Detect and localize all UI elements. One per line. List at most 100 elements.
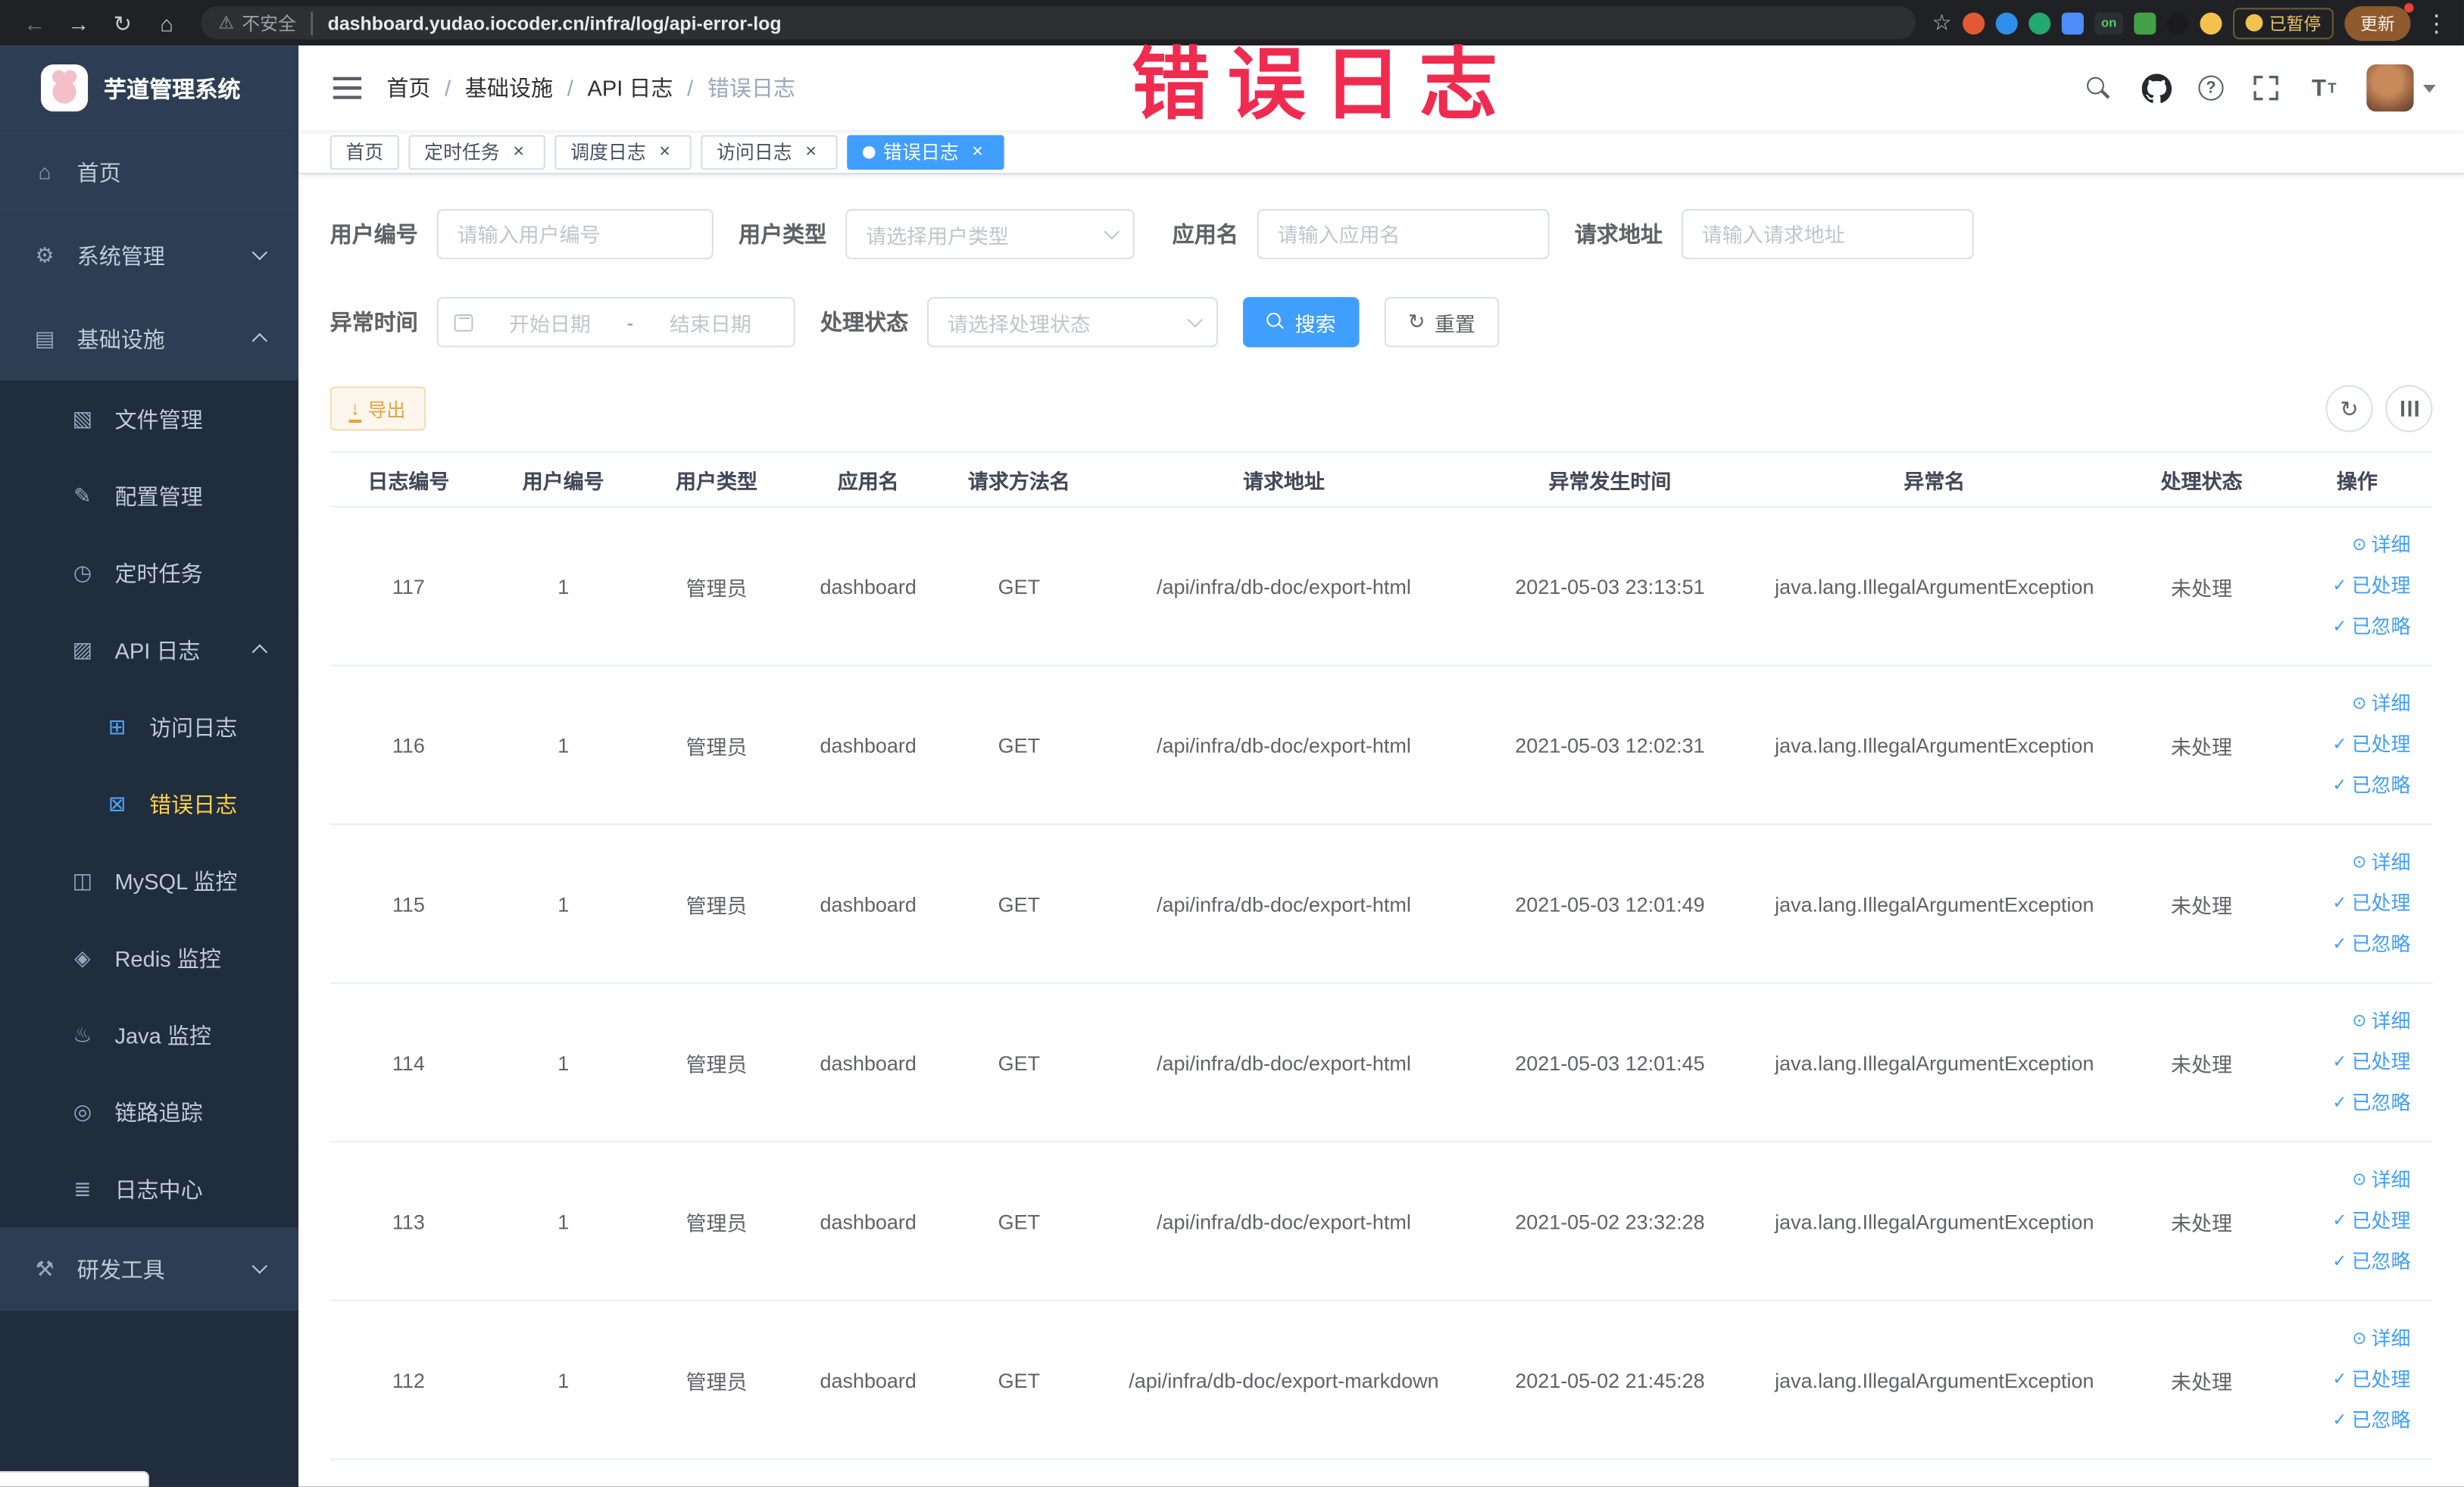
close-icon[interactable]: ×: [800, 140, 822, 163]
search-icon[interactable]: [2082, 72, 2113, 103]
sidebar-menu-item[interactable]: ⚙ 系统管理: [0, 214, 299, 298]
mark-ignored-link[interactable]: ✓ 已忽略: [2332, 1401, 2410, 1441]
help-icon[interactable]: ?: [2198, 75, 2224, 101]
browser-nav-buttons: ← → ↻ ⌂: [16, 4, 186, 42]
home-icon[interactable]: ⌂: [148, 4, 186, 42]
breadcrumb-link[interactable]: 错误日志: [707, 72, 795, 103]
mark-processed-link[interactable]: ✓ 已处理: [2332, 1360, 2410, 1400]
extension-icon[interactable]: [2166, 11, 2189, 34]
extension-on-badge[interactable]: on: [2094, 11, 2123, 34]
sidebar-menu-item[interactable]: ⌂ 首页: [0, 130, 299, 214]
user-id-input[interactable]: [436, 208, 714, 260]
mark-processed-link[interactable]: ✓ 已处理: [2332, 1201, 2410, 1241]
view-tab[interactable]: 首页: [329, 134, 399, 170]
github-icon[interactable]: [2141, 72, 2172, 103]
font-size-icon[interactable]: TT: [2309, 72, 2340, 103]
table-header-cell: 日志编号: [367, 469, 450, 493]
app-name-input[interactable]: [1257, 208, 1550, 260]
mark-ignored-link[interactable]: ✓ 已忽略: [2332, 608, 2410, 647]
extension-icon[interactable]: [1963, 11, 1985, 34]
close-icon[interactable]: ×: [654, 140, 676, 163]
view-tab[interactable]: 访问日志 ×: [701, 134, 838, 170]
sidebar-menu-item[interactable]: ⊠ 错误日志: [0, 765, 299, 842]
detail-link[interactable]: ⊙ 详细: [2352, 843, 2410, 883]
forward-icon[interactable]: →: [60, 4, 98, 42]
mark-ignored-link[interactable]: ✓ 已忽略: [2332, 925, 2410, 964]
detail-link[interactable]: ⊙ 详细: [2352, 1320, 2410, 1359]
sidebar-menu-item[interactable]: ◫ MySQL 监控: [0, 842, 299, 920]
table-header-cell: 用户类型: [676, 469, 757, 493]
app-logo[interactable]: 芋道管理系统: [0, 45, 299, 131]
sidebar-menu-item[interactable]: ▤ 基础设施: [0, 297, 299, 381]
process-status-select[interactable]: 请选择处理状态: [927, 297, 1218, 348]
sidebar-menu-item[interactable]: ◎ 链路追踪: [0, 1073, 299, 1151]
menu-item-icon: ◎: [73, 1099, 92, 1123]
menu-item-label: 研发工具: [77, 1256, 165, 1282]
extension-icon[interactable]: [2028, 11, 2051, 34]
check-icon: ✓: [2332, 1251, 2347, 1271]
update-button[interactable]: 更新: [2344, 2, 2414, 40]
sidebar-menu-item[interactable]: ◷ 定时任务: [0, 534, 299, 612]
mark-processed-link[interactable]: ✓ 已处理: [2332, 567, 2410, 606]
sidebar-menu-item[interactable]: ⚒ 研发工具: [0, 1227, 299, 1311]
table-row: 115 1 管理员 dashboard GET /api/infra/db-do…: [329, 825, 2433, 984]
exception-time-cell: 2021-05-02 21:45:28: [1515, 1367, 1705, 1392]
view-tab-label: 首页: [345, 141, 384, 164]
security-label[interactable]: 不安全: [242, 10, 296, 35]
bookmark-star-icon[interactable]: ☆: [1932, 9, 1952, 36]
reload-icon[interactable]: ↻: [104, 4, 142, 42]
mark-ignored-link[interactable]: ✓ 已忽略: [2332, 766, 2410, 805]
detail-link[interactable]: ⊙ 详细: [2352, 684, 2410, 723]
sidebar-menu-item[interactable]: ✎ 配置管理: [0, 457, 299, 535]
view-tab[interactable]: 错误日志 ×: [847, 134, 1004, 170]
sidebar-menu-item[interactable]: ◈ Redis 监控: [0, 919, 299, 997]
extension-icon[interactable]: [2134, 11, 2156, 34]
view-tab[interactable]: 调度日志 ×: [554, 134, 692, 170]
mark-processed-link[interactable]: ✓ 已处理: [2332, 725, 2410, 764]
detail-link[interactable]: ⊙ 详细: [2352, 1002, 2410, 1042]
menu-kebab-icon[interactable]: ⋮: [2425, 8, 2448, 36]
request-url-label: 请求地址: [1574, 221, 1663, 247]
extension-icon[interactable]: [2061, 11, 2084, 34]
process-status-cell: 未处理: [2171, 1211, 2232, 1235]
extension-icon[interactable]: [2200, 11, 2222, 34]
detail-link[interactable]: ⊙ 详细: [2352, 1161, 2410, 1200]
menu-item-icon: ✎: [73, 483, 92, 508]
url-text[interactable]: dashboard.yudao.iocoder.cn/infra/log/api…: [328, 12, 782, 34]
date-range-picker[interactable]: 开始日期 - 结束日期: [436, 297, 795, 348]
fullscreen-icon[interactable]: [2250, 72, 2281, 103]
user-type-cell: 管理员: [685, 734, 748, 758]
sidebar-menu-item[interactable]: ♨ Java 监控: [0, 996, 299, 1073]
mark-ignored-link[interactable]: ✓ 已忽略: [2332, 1242, 2410, 1282]
hamburger-icon[interactable]: [333, 77, 362, 99]
user-type-select[interactable]: 请选择用户类型: [845, 208, 1135, 260]
mark-ignored-link[interactable]: ✓ 已忽略: [2332, 1083, 2410, 1123]
menu-item-label: 文件管理: [114, 406, 203, 432]
close-icon[interactable]: ×: [967, 140, 988, 163]
paused-badge[interactable]: 已暂停: [2233, 7, 2334, 39]
view-tab[interactable]: 定时任务 ×: [408, 134, 545, 170]
user-avatar[interactable]: [2366, 64, 2436, 112]
close-icon[interactable]: ×: [507, 140, 529, 163]
detail-link[interactable]: ⊙ 详细: [2352, 526, 2410, 565]
reset-button[interactable]: ↻ 重置: [1384, 297, 1500, 348]
mark-processed-link[interactable]: ✓ 已处理: [2332, 884, 2410, 923]
table-header-cell: 请求地址: [1242, 469, 1325, 493]
search-button[interactable]: 搜索: [1243, 297, 1360, 348]
export-button[interactable]: ↓ 导出: [329, 386, 426, 431]
request-url-input[interactable]: [1681, 208, 1974, 260]
back-icon[interactable]: ←: [16, 4, 54, 42]
column-settings-button[interactable]: [2385, 385, 2433, 433]
breadcrumb-link[interactable]: API 日志: [587, 72, 673, 103]
breadcrumb-link[interactable]: 首页: [386, 72, 430, 103]
sidebar-menu-item[interactable]: ⊞ 访问日志: [0, 688, 299, 766]
extension-icon[interactable]: [1995, 11, 2018, 34]
refresh-list-button[interactable]: ↻: [2325, 385, 2373, 433]
error-log-table: 日志编号 用户编号 用户类型 应用名 请求方法名 请求地址 异常发生时间 异常名…: [329, 451, 2433, 1460]
breadcrumb-link[interactable]: 基础设施: [465, 72, 553, 103]
sidebar-menu-item[interactable]: ▧ 文件管理: [0, 380, 299, 458]
mark-processed-link[interactable]: ✓ 已处理: [2332, 1042, 2410, 1082]
sidebar-menu-item[interactable]: ▨ API 日志: [0, 611, 299, 689]
address-bar[interactable]: ⚠ 不安全 | dashboard.yudao.iocoder.cn/infra…: [201, 6, 1916, 39]
sidebar-menu-item[interactable]: ≣ 日志中心: [0, 1150, 299, 1228]
